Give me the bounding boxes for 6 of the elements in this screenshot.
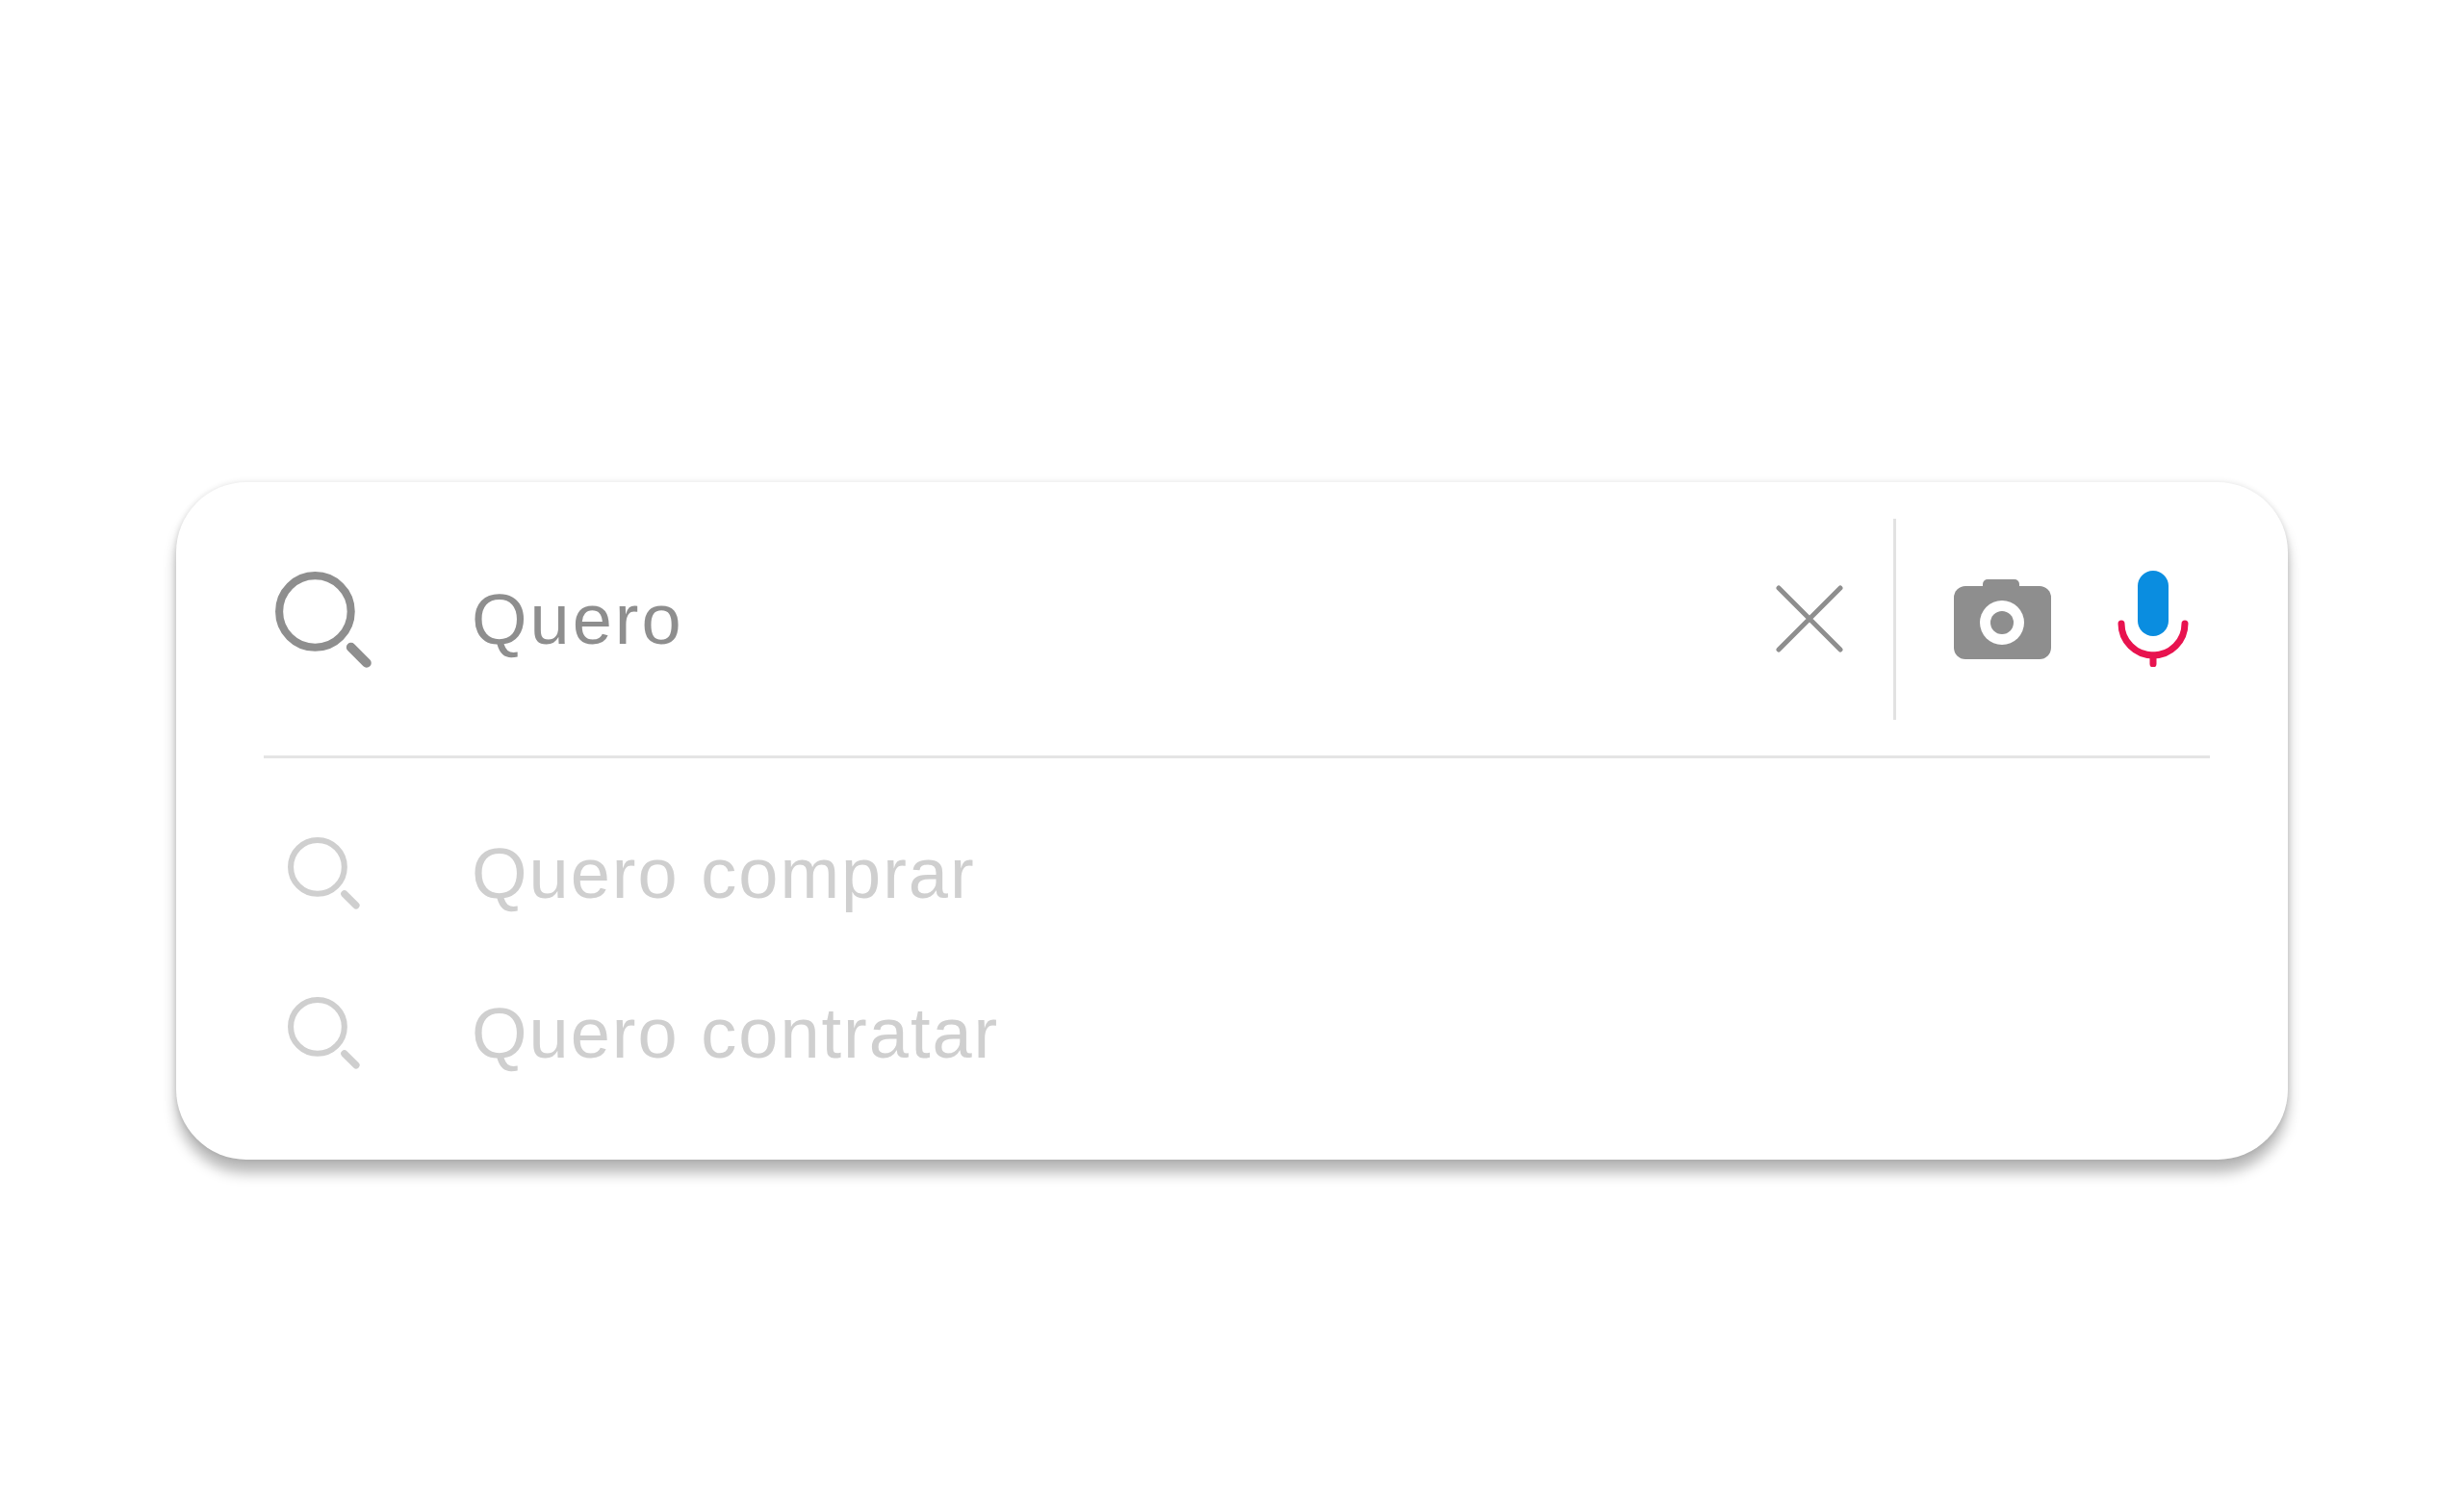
close-icon[interactable] <box>1776 585 1843 652</box>
camera-icon[interactable] <box>1954 578 2051 659</box>
search-icon <box>285 994 362 1071</box>
search-field[interactable]: Quero <box>472 571 1757 667</box>
microphone-icon[interactable] <box>2117 571 2190 667</box>
search-icon <box>285 834 362 911</box>
